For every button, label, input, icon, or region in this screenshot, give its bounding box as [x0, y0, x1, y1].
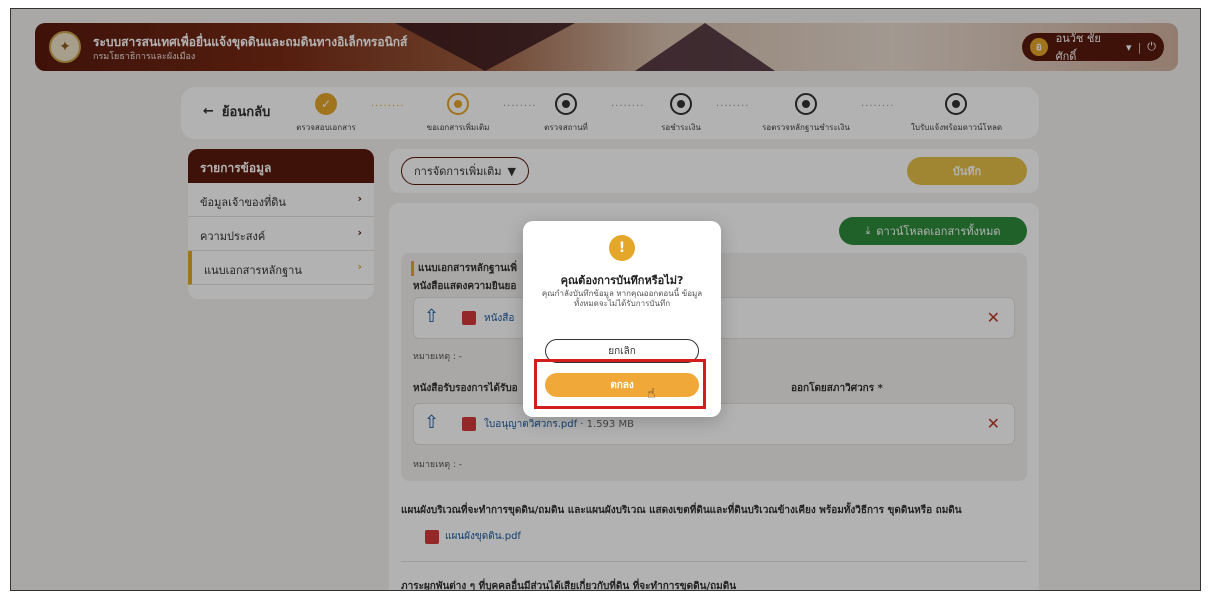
app-frame: ✦ ระบบสารสนเทศเพื่อยื่นแจ้งขุดดินและถมดิ…: [10, 8, 1201, 591]
dialog-title: คุณต้องการบันทึกหรือไม่?: [560, 274, 684, 287]
dialog-message: คุณกำลังบันทึกข้อมูล หากคุณออกตอนนี้ ข้อ…: [541, 289, 703, 309]
warning-icon: !: [609, 235, 635, 261]
highlight-box: [534, 359, 706, 409]
hand-pointer-icon: ☝: [647, 386, 656, 402]
